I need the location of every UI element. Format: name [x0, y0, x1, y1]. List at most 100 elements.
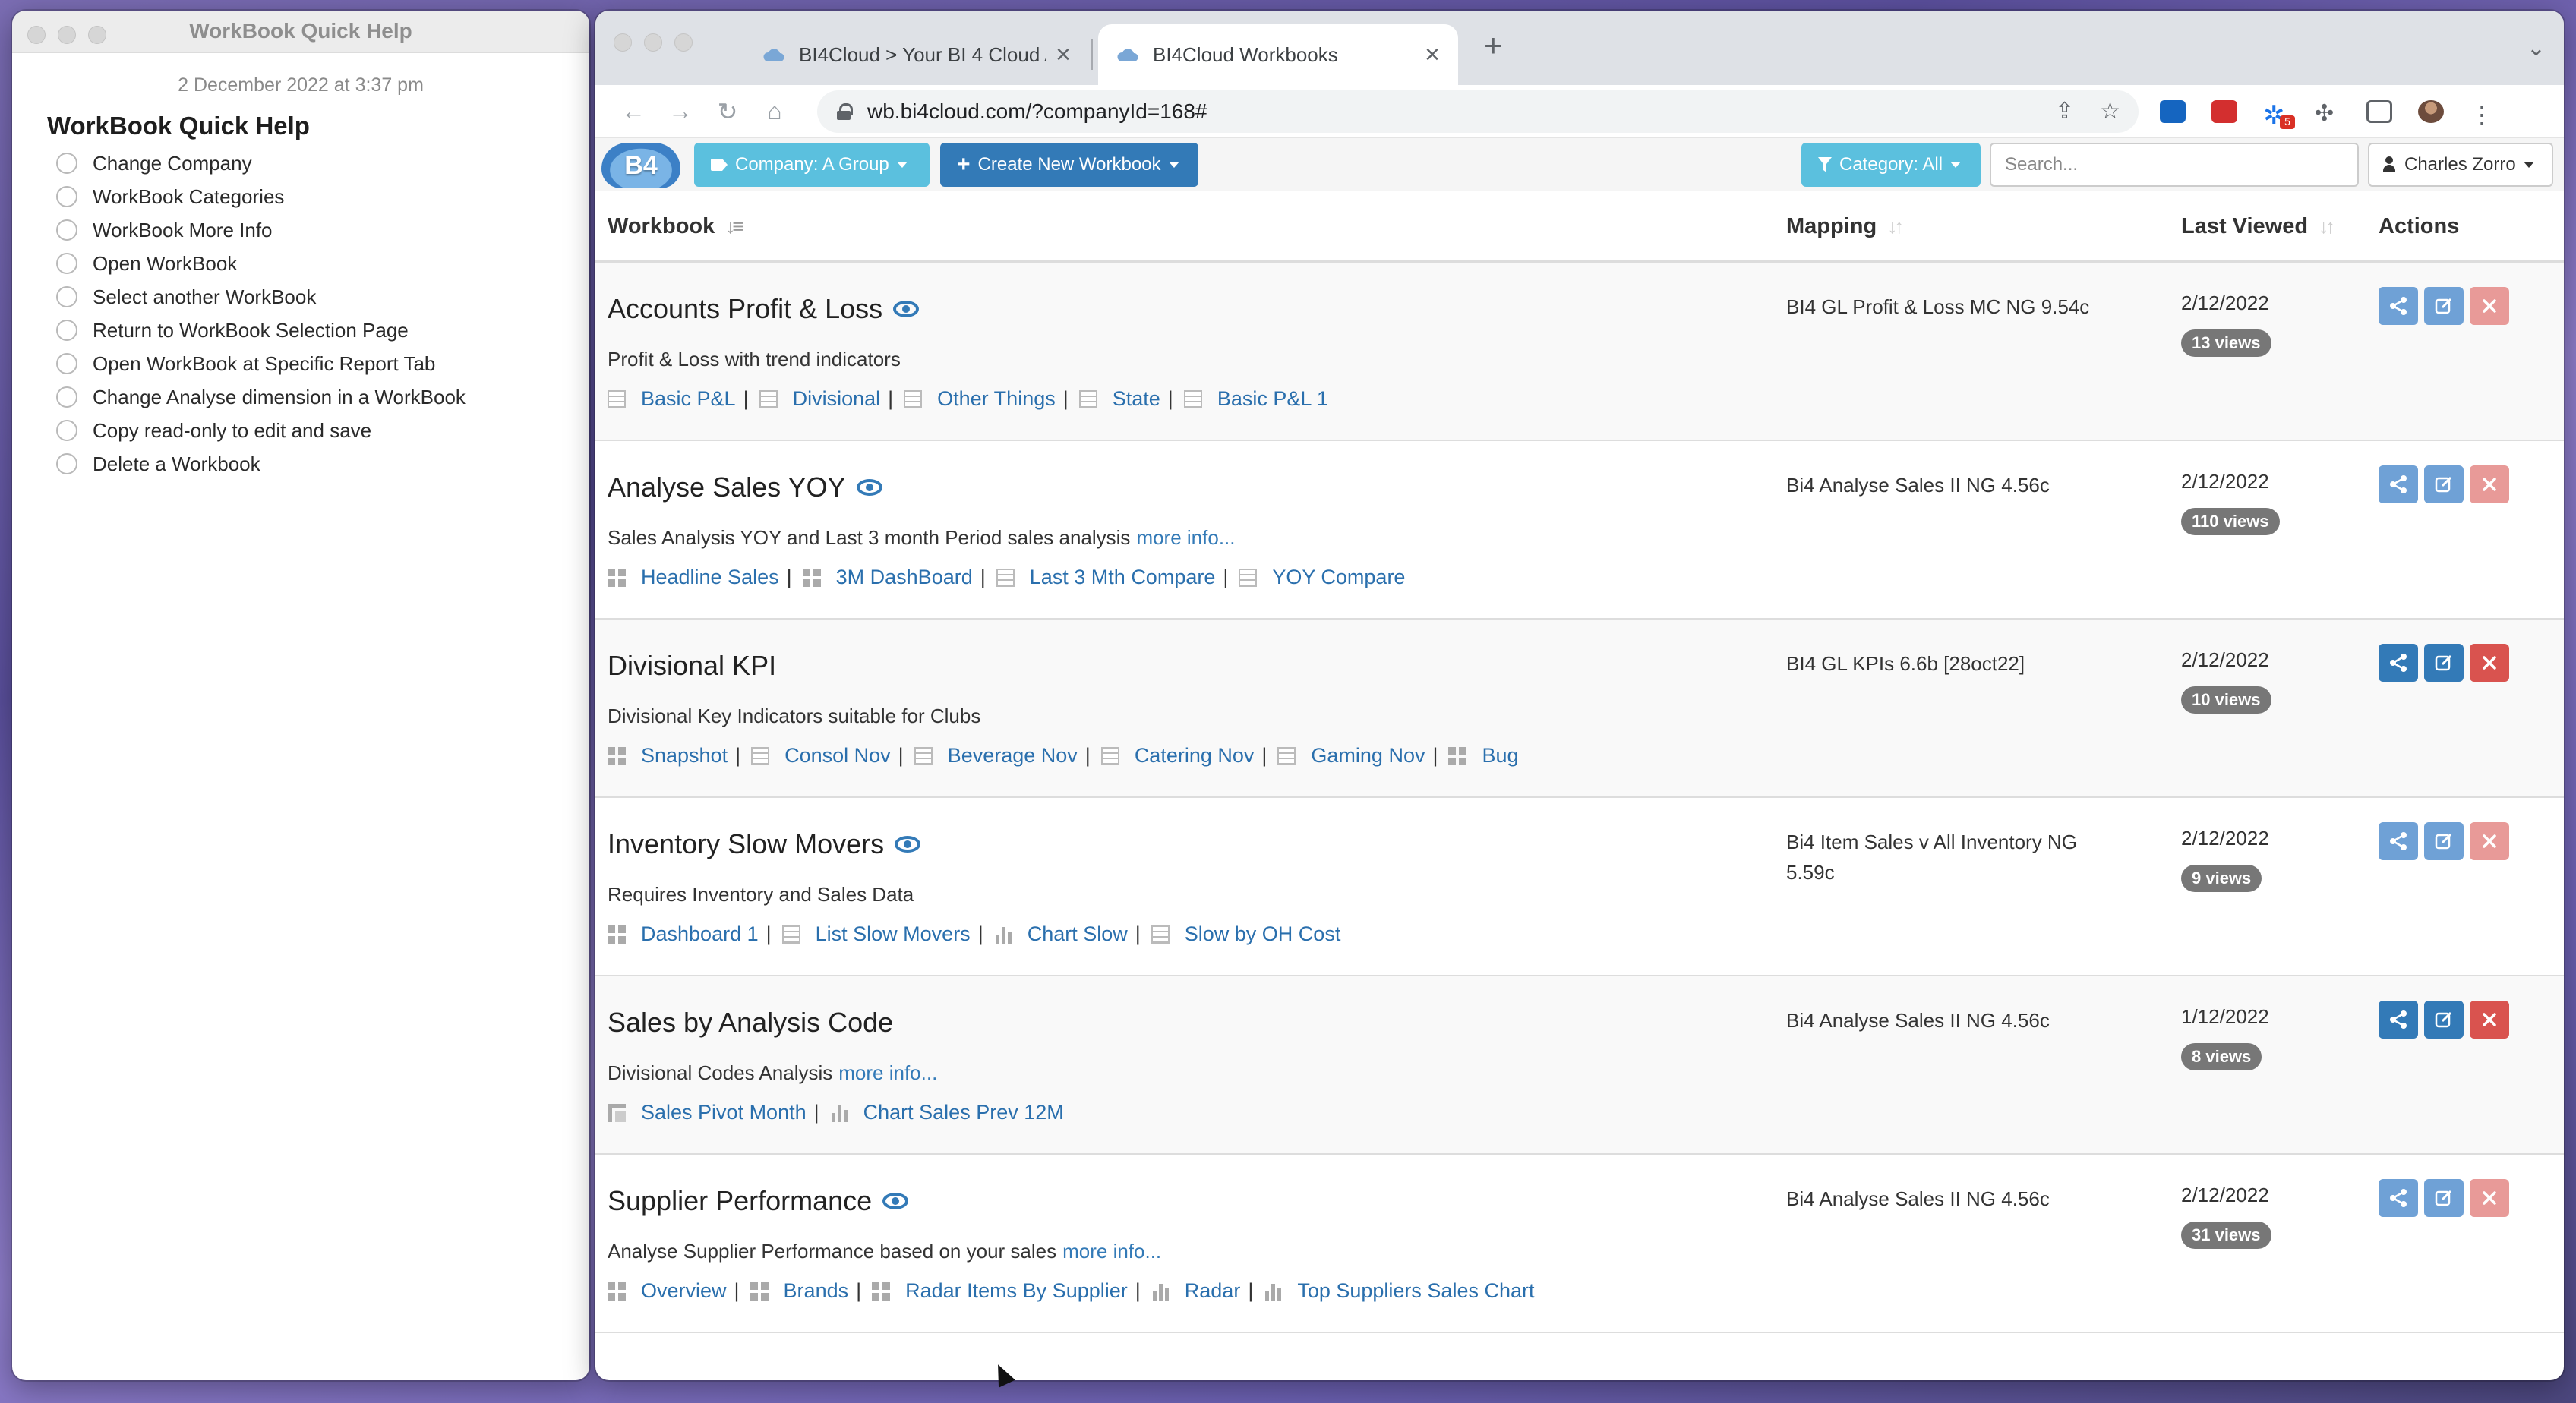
report-tab-label[interactable]: Last 3 Mth Compare [1030, 566, 1216, 589]
report-tab-link[interactable]: State [1078, 387, 1160, 411]
checklist-item-label[interactable]: Select another WorkBook [93, 285, 316, 309]
report-tab-link[interactable]: Chart Sales Prev 12M [829, 1101, 1064, 1124]
browser-menu-icon[interactable]: ⋮ [2470, 100, 2496, 128]
checklist-item-label[interactable]: Open WorkBook [93, 252, 237, 276]
create-workbook-button[interactable]: + Create New Workbook [940, 143, 1198, 187]
edit-button[interactable] [2424, 1179, 2464, 1217]
report-tab-link[interactable]: List Slow Movers [781, 922, 971, 946]
report-tab-label[interactable]: 3M DashBoard [836, 566, 973, 589]
report-tab-link[interactable]: Sales Pivot Month [608, 1101, 807, 1124]
workbook-title[interactable]: Accounts Profit & Loss [608, 293, 882, 325]
side-panel-icon[interactable] [2366, 99, 2392, 123]
bi4-logo[interactable]: B4 [601, 143, 680, 188]
report-tab-label[interactable]: Catering Nov [1135, 744, 1255, 768]
report-tab-link[interactable]: Last 3 Mth Compare [996, 566, 1216, 589]
delete-button[interactable] [2470, 1001, 2509, 1039]
forward-icon[interactable]: → [665, 97, 696, 125]
report-tab-label[interactable]: Headline Sales [641, 566, 779, 589]
share-button[interactable] [2379, 644, 2418, 682]
edit-button[interactable] [2424, 287, 2464, 325]
gear-extension-icon[interactable]: ✲ 5 [2263, 100, 2295, 130]
report-tab-label[interactable]: Snapshot [641, 744, 728, 768]
report-tab-label[interactable]: Basic P&L 1 [1217, 387, 1328, 411]
report-tab-link[interactable]: Beverage Nov [914, 744, 1078, 768]
delete-button[interactable] [2470, 465, 2509, 503]
close-window-button[interactable] [27, 26, 46, 44]
workbook-row[interactable]: Accounts Profit & Loss Profit & Loss with… [595, 263, 2564, 441]
share-page-icon[interactable]: ⇪ [2055, 98, 2074, 125]
edit-button[interactable] [2424, 465, 2464, 503]
tab-search-chevron-icon[interactable]: ⌄ [2527, 35, 2546, 61]
report-tab-link[interactable]: Brands [750, 1279, 849, 1303]
checkbox-circle[interactable] [56, 219, 77, 241]
report-tab-link[interactable]: Basic P&L 1 [1183, 387, 1328, 411]
eye-icon[interactable] [882, 1193, 909, 1209]
bookmark-star-icon[interactable]: ☆ [2100, 98, 2120, 125]
checklist-item-label[interactable]: WorkBook Categories [93, 185, 284, 209]
checklist-item-label[interactable]: Copy read-only to edit and save [93, 419, 371, 443]
edit-button[interactable] [2424, 822, 2464, 860]
checkbox-circle[interactable] [56, 320, 77, 341]
workbook-name[interactable]: Accounts Profit & Loss [608, 293, 920, 325]
lock-icon[interactable] [837, 102, 853, 120]
new-tab-icon[interactable]: + [1484, 27, 1503, 64]
report-tab-label[interactable]: Chart Slow [1028, 922, 1128, 946]
minimize-window-button[interactable] [58, 26, 76, 44]
report-tab-label[interactable]: List Slow Movers [816, 922, 971, 946]
back-icon[interactable]: ← [618, 97, 649, 125]
report-tab-link[interactable]: Basic P&L [608, 387, 736, 411]
report-tab-label[interactable]: Brands [784, 1279, 849, 1303]
workbook-row[interactable]: Supplier Performance Analyse Supplier Per… [595, 1155, 2564, 1333]
address-bar[interactable]: wb.bi4cloud.com/?companyId=168# ⇪ ☆ [817, 90, 2139, 133]
report-tab-label[interactable]: Beverage Nov [948, 744, 1078, 768]
workbook-title[interactable]: Supplier Performance [608, 1185, 872, 1217]
share-button[interactable] [2379, 1179, 2418, 1217]
report-tab-link[interactable]: Chart Slow [993, 922, 1128, 946]
workbook-row[interactable]: Analyse Sales YOY Sales Analysis YOY and … [595, 441, 2564, 620]
report-tab-label[interactable]: Chart Sales Prev 12M [863, 1101, 1064, 1124]
report-tab-link[interactable]: Snapshot [608, 744, 728, 768]
report-tab-link[interactable]: Gaming Nov [1277, 744, 1425, 768]
close-tab-icon[interactable]: × [1056, 40, 1071, 70]
workbook-title[interactable]: Inventory Slow Movers [608, 828, 884, 860]
edit-button[interactable] [2424, 644, 2464, 682]
browser-tab-active[interactable]: BI4Cloud Workbooks × [1098, 24, 1458, 85]
workbook-name[interactable]: Supplier Performance [608, 1185, 909, 1217]
checklist-item-label[interactable]: WorkBook More Info [93, 219, 273, 242]
report-tab-label[interactable]: Sales Pivot Month [641, 1101, 807, 1124]
report-tab-link[interactable]: 3M DashBoard [802, 566, 973, 589]
report-tab-label[interactable]: Other Things [937, 387, 1056, 411]
report-tab-label[interactable]: Slow by OH Cost [1185, 922, 1341, 946]
minimize-window-button[interactable] [644, 33, 662, 52]
report-tab-link[interactable]: Other Things [904, 387, 1056, 411]
category-filter-button[interactable]: Category: All [1801, 143, 1981, 187]
eye-icon[interactable] [895, 836, 921, 853]
checkbox-circle[interactable] [56, 420, 77, 441]
checklist-item-label[interactable]: Change Analyse dimension in a WorkBook [93, 386, 466, 409]
sort-icon[interactable]: ↓↑ [1887, 215, 1904, 238]
delete-button[interactable] [2470, 644, 2509, 682]
checkbox-circle[interactable] [56, 286, 77, 307]
workbook-title[interactable]: Sales by Analysis Code [608, 1007, 893, 1039]
user-menu-button[interactable]: Charles Zorro [2368, 143, 2553, 187]
delete-button[interactable] [2470, 822, 2509, 860]
eye-icon[interactable] [856, 479, 882, 496]
close-window-button[interactable] [614, 33, 632, 52]
report-tab-link[interactable]: Dashboard 1 [608, 922, 759, 946]
workbook-name[interactable]: Divisional KPI [608, 650, 776, 682]
checklist-item-label[interactable]: Delete a Workbook [93, 452, 260, 476]
workbook-column-header[interactable]: Workbook ↓≡ [608, 214, 743, 239]
report-tab-link[interactable]: Consol Nov [751, 744, 891, 768]
report-tab-label[interactable]: State [1113, 387, 1160, 411]
zoom-window-button[interactable] [88, 26, 106, 44]
report-tab-label[interactable]: Divisional [793, 387, 881, 411]
profile-avatar[interactable] [2418, 99, 2444, 123]
more-info-link[interactable]: more info... [838, 1061, 937, 1084]
share-button[interactable] [2379, 465, 2418, 503]
more-info-link[interactable]: more info... [1136, 526, 1235, 549]
report-tab-link[interactable]: Overview [608, 1279, 727, 1303]
report-tab-link[interactable]: YOY Compare [1239, 566, 1405, 589]
report-tab-link[interactable]: Catering Nov [1100, 744, 1255, 768]
url-text[interactable]: wb.bi4cloud.com/?companyId=168# [867, 99, 1208, 124]
sort-icon[interactable]: ↓↑ [2319, 215, 2335, 238]
